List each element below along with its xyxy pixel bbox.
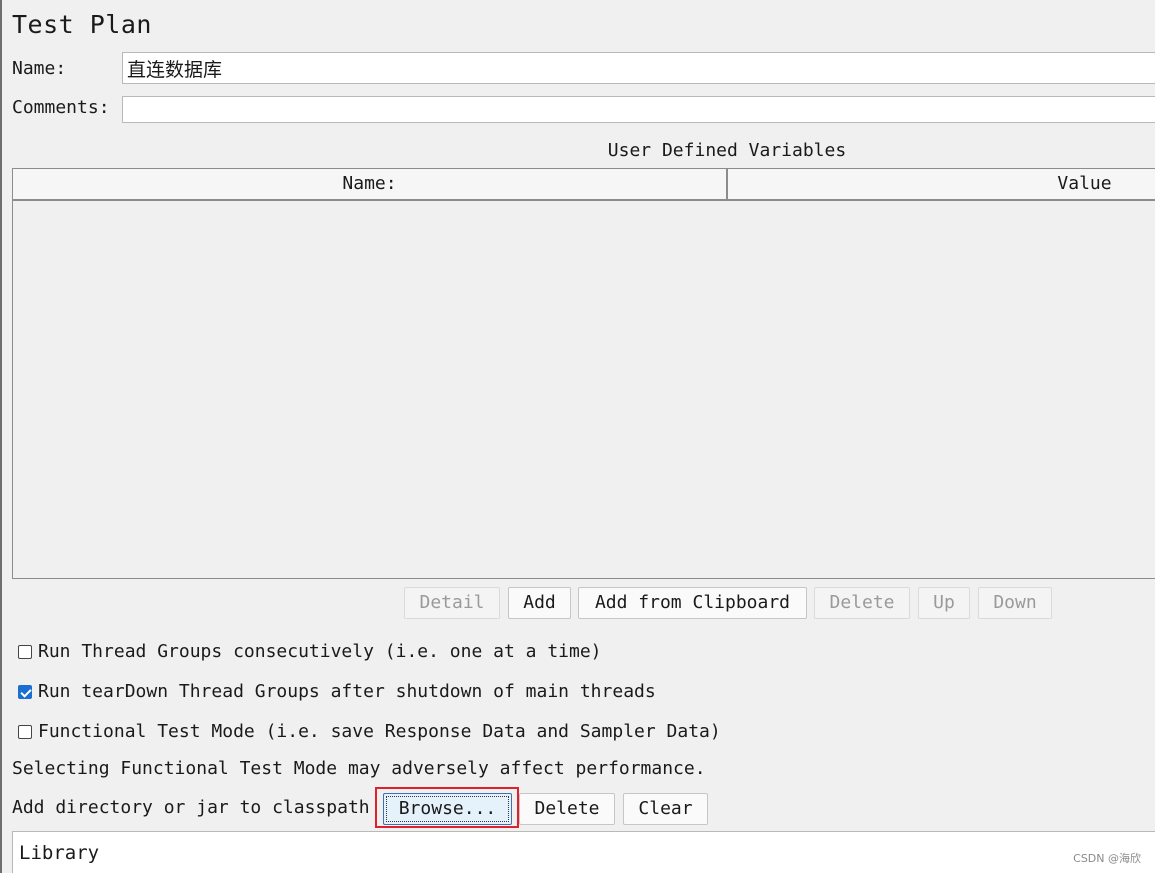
- udv-section-title: User Defined Variables: [607, 140, 847, 161]
- option-label: Run tearDown Thread Groups after shutdow…: [38, 681, 656, 702]
- test-plan-panel: Test Plan Name: 直连数据库 Comments: User Def…: [0, 0, 1155, 873]
- panel-title: Test Plan: [12, 10, 152, 39]
- name-field[interactable]: 直连数据库: [122, 52, 1155, 84]
- column-header-name[interactable]: Name:: [13, 169, 726, 199]
- table-header: Name: Value: [13, 169, 1155, 201]
- classpath-delete-button[interactable]: Delete: [519, 793, 615, 825]
- column-header-value[interactable]: Value: [728, 169, 1155, 199]
- detail-button[interactable]: Detail: [404, 587, 500, 619]
- classpath-clear-button[interactable]: Clear: [623, 793, 708, 825]
- functional-mode-note: Selecting Functional Test Mode may adver…: [12, 758, 706, 779]
- add-button[interactable]: Add: [508, 587, 571, 619]
- library-column-header: Library: [19, 842, 100, 864]
- classpath-label: Add directory or jar to classpath: [12, 797, 370, 818]
- annotation-highlight-box: [375, 787, 519, 828]
- checkbox-unchecked[interactable]: [18, 644, 32, 659]
- user-defined-variables-table[interactable]: Name: Value: [12, 168, 1155, 579]
- option-run-teardown[interactable]: Run tearDown Thread Groups after shutdow…: [18, 681, 656, 702]
- library-table[interactable]: Library: [12, 831, 1155, 873]
- name-label: Name:: [12, 58, 67, 79]
- option-run-consecutively[interactable]: Run Thread Groups consecutively (i.e. on…: [18, 641, 602, 662]
- delete-row-button[interactable]: Delete: [814, 587, 910, 619]
- option-label: Run Thread Groups consecutively (i.e. on…: [38, 641, 602, 662]
- down-button[interactable]: Down: [978, 587, 1052, 619]
- comments-field[interactable]: [122, 96, 1155, 123]
- checkbox-unchecked[interactable]: [18, 724, 32, 739]
- option-label: Functional Test Mode (i.e. save Response…: [38, 721, 721, 742]
- comments-label: Comments:: [12, 97, 110, 118]
- checkbox-checked[interactable]: [18, 684, 32, 699]
- watermark: CSDN @海欣: [1073, 852, 1141, 865]
- add-from-clipboard-button[interactable]: Add from Clipboard: [578, 587, 807, 619]
- option-functional-test-mode[interactable]: Functional Test Mode (i.e. save Response…: [18, 721, 721, 742]
- up-button[interactable]: Up: [918, 587, 970, 619]
